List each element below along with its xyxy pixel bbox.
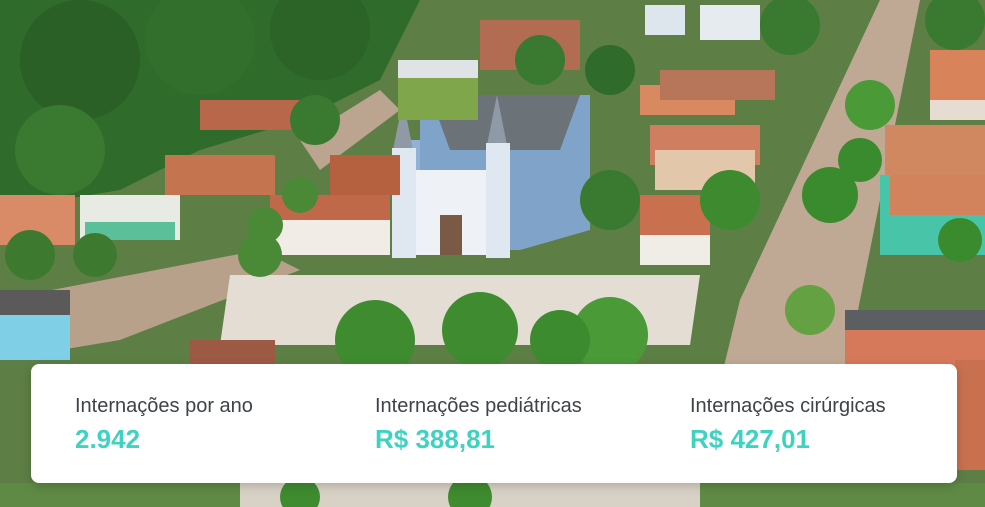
stats-card: Internações por ano 2.942 Internações pe… bbox=[31, 364, 957, 483]
stat-value: R$ 427,01 bbox=[690, 424, 810, 454]
stat-label: Internações cirúrgicas bbox=[690, 395, 886, 417]
stat-pediatric-admissions: Internações pediátricas R$ 388,81 bbox=[375, 394, 582, 454]
stat-value: 2.942 bbox=[75, 424, 141, 454]
stat-label: Internações pediátricas bbox=[375, 395, 582, 417]
stat-value: R$ 388,81 bbox=[375, 424, 495, 454]
stat-yearly-admissions: Internações por ano 2.942 bbox=[75, 394, 253, 454]
stat-surgical-admissions: Internações cirúrgicas R$ 427,01 bbox=[690, 394, 886, 454]
stat-label: Internações por ano bbox=[75, 395, 253, 417]
